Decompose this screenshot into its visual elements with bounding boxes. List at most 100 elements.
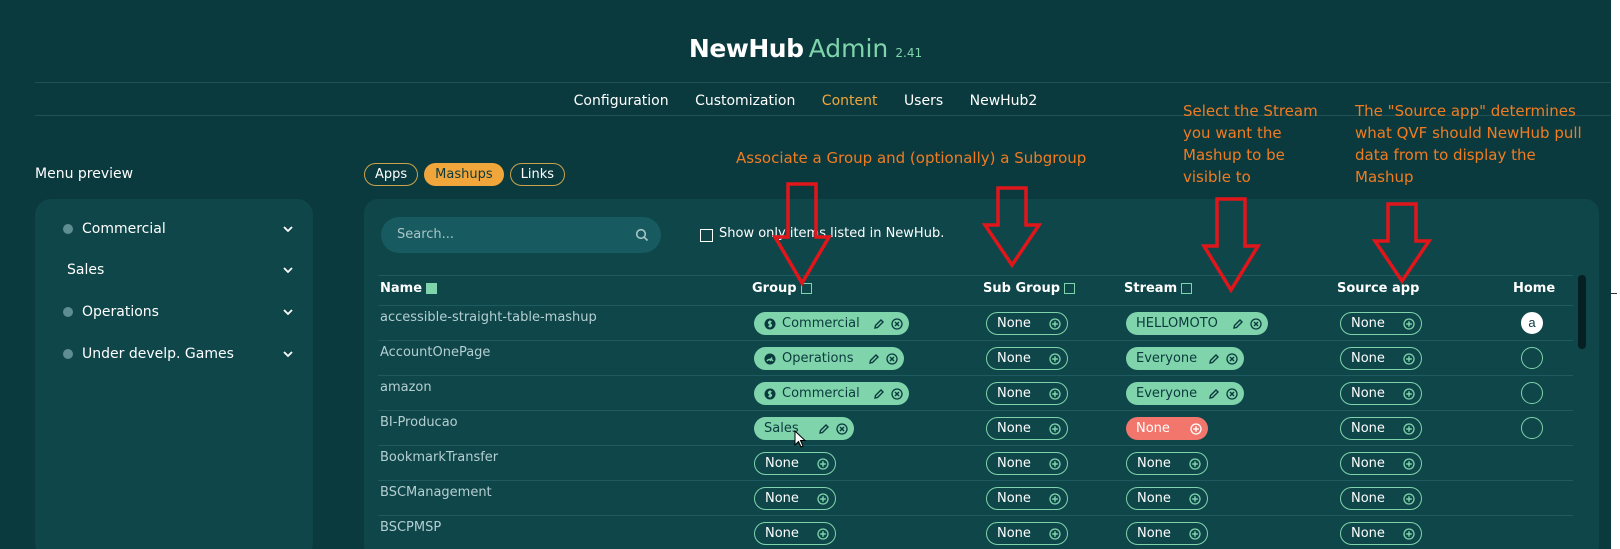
remove-icon[interactable] <box>1226 352 1238 365</box>
subgroup-pill[interactable]: None <box>986 312 1068 335</box>
sort-icon[interactable] <box>426 283 438 294</box>
source-app-pill[interactable]: None <box>1340 312 1422 335</box>
source-app-pill[interactable]: None <box>1340 417 1422 440</box>
stream-value: Everyone <box>1136 386 1198 401</box>
group-pill[interactable]: None <box>754 452 836 475</box>
home-radio[interactable] <box>1521 382 1543 404</box>
show-only-listed-checkbox[interactable] <box>700 229 713 242</box>
group-pill[interactable]: Operations <box>754 347 904 370</box>
group-pill[interactable]: Commercial <box>754 382 909 405</box>
subgroup-value: None <box>997 316 1031 331</box>
plus-icon[interactable] <box>1403 457 1415 470</box>
sort-icon[interactable] <box>1064 283 1076 294</box>
plus-icon[interactable] <box>1403 317 1415 330</box>
stream-pill[interactable]: None <box>1126 487 1208 510</box>
tab-links[interactable]: Links <box>509 163 566 186</box>
plus-icon[interactable] <box>1403 352 1415 365</box>
subgroup-value: None <box>997 526 1031 541</box>
plus-icon[interactable] <box>1403 527 1415 540</box>
menu-item-commercial[interactable]: Commercial <box>63 217 293 241</box>
plus-icon[interactable] <box>1189 492 1201 505</box>
nav-customization[interactable]: Customization <box>695 93 795 109</box>
source-app-pill[interactable]: None <box>1340 522 1422 545</box>
subgroup-pill[interactable]: None <box>986 452 1068 475</box>
subgroup-pill[interactable]: None <box>986 522 1068 545</box>
sort-icon[interactable] <box>1181 283 1193 294</box>
edit-icon[interactable] <box>873 318 885 330</box>
plus-icon[interactable] <box>1049 457 1061 470</box>
plus-icon[interactable] <box>817 492 829 505</box>
remove-icon[interactable] <box>836 422 848 435</box>
edit-icon[interactable] <box>1208 388 1220 400</box>
menu-item-label: Sales <box>67 262 105 278</box>
dollar-icon <box>764 318 776 329</box>
stream-value: None <box>1137 456 1171 471</box>
plus-icon[interactable] <box>1403 387 1415 400</box>
group-pill[interactable]: None <box>754 487 836 510</box>
group-pill[interactable]: Commercial <box>754 312 909 335</box>
home-radio[interactable] <box>1521 417 1543 439</box>
plus-icon[interactable] <box>817 457 829 470</box>
nav-content[interactable]: Content <box>822 93 878 109</box>
table-scrollbar[interactable] <box>1578 275 1586 349</box>
plus-icon[interactable] <box>1049 352 1061 365</box>
stream-pill[interactable]: Everyone <box>1126 347 1244 370</box>
tab-mashups[interactable]: Mashups <box>424 163 504 186</box>
stream-pill[interactable]: Everyone <box>1126 382 1244 405</box>
remove-icon[interactable] <box>1250 317 1262 330</box>
menu-item-operations[interactable]: Operations <box>63 300 293 324</box>
search-input[interactable]: Search... <box>381 217 661 253</box>
annotation-arrow-subgroup <box>982 186 1042 269</box>
source-app-pill[interactable]: None <box>1340 382 1422 405</box>
subgroup-pill[interactable]: None <box>986 382 1068 405</box>
stream-pill[interactable]: None <box>1126 522 1208 545</box>
search-icon <box>635 228 649 242</box>
home-radio[interactable] <box>1521 347 1543 369</box>
nav-newhub2[interactable]: NewHub2 <box>970 93 1038 109</box>
source-app-pill[interactable]: None <box>1340 452 1422 475</box>
nav-configuration[interactable]: Configuration <box>574 93 669 109</box>
plus-icon[interactable] <box>1403 492 1415 505</box>
col-header-name[interactable]: Name <box>380 281 438 296</box>
stream-pill[interactable]: None <box>1126 417 1208 440</box>
plus-icon[interactable] <box>1049 422 1061 435</box>
content-tabs: Apps Mashups Links <box>364 163 566 186</box>
plus-icon[interactable] <box>817 527 829 540</box>
home-radio[interactable]: a <box>1521 312 1543 334</box>
plus-icon[interactable] <box>1189 457 1201 470</box>
edit-icon[interactable] <box>873 388 885 400</box>
annotation-arrow-source-app <box>1372 202 1432 285</box>
stream-pill[interactable]: None <box>1126 452 1208 475</box>
source-app-pill[interactable]: None <box>1340 347 1422 370</box>
source-app-pill[interactable]: None <box>1340 487 1422 510</box>
edit-icon[interactable] <box>1232 318 1244 330</box>
plus-icon[interactable] <box>1190 422 1202 435</box>
menu-item-under-develp-games[interactable]: Under develp. Games <box>63 342 293 366</box>
plus-icon[interactable] <box>1403 422 1415 435</box>
nav-users[interactable]: Users <box>904 93 943 109</box>
plus-icon[interactable] <box>1189 527 1201 540</box>
plus-icon[interactable] <box>1049 527 1061 540</box>
group-pill[interactable]: None <box>754 522 836 545</box>
col-header-sub-group[interactable]: Sub Group <box>983 281 1076 296</box>
menu-item-sales[interactable]: Sales <box>67 258 293 282</box>
source-app-value: None <box>1351 386 1385 401</box>
subgroup-pill[interactable]: None <box>986 417 1068 440</box>
edit-icon[interactable] <box>1208 353 1220 365</box>
remove-icon[interactable] <box>886 352 898 365</box>
tab-apps[interactable]: Apps <box>364 163 419 186</box>
plus-icon[interactable] <box>1049 387 1061 400</box>
subgroup-pill[interactable]: None <box>986 347 1068 370</box>
remove-icon[interactable] <box>891 317 903 330</box>
col-header-label: Stream <box>1124 281 1178 296</box>
edit-icon[interactable] <box>818 423 830 435</box>
edit-icon[interactable] <box>868 353 880 365</box>
col-header-stream[interactable]: Stream <box>1124 281 1193 296</box>
mashup-name: accessible-straight-table-mashup <box>380 310 597 325</box>
remove-icon[interactable] <box>1226 387 1238 400</box>
stream-pill[interactable]: HELLOMOTO <box>1126 312 1268 335</box>
remove-icon[interactable] <box>891 387 903 400</box>
plus-icon[interactable] <box>1049 492 1061 505</box>
subgroup-pill[interactable]: None <box>986 487 1068 510</box>
plus-icon[interactable] <box>1049 317 1061 330</box>
